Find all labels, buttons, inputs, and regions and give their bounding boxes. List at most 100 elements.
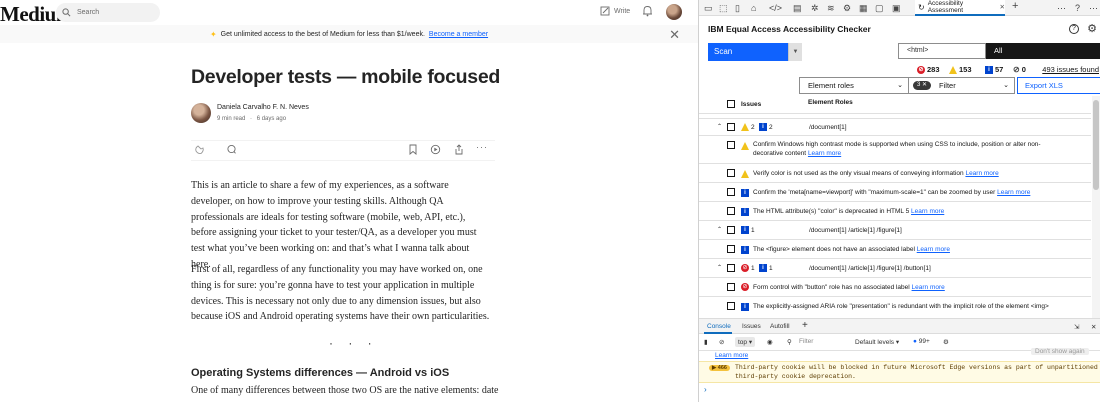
help-icon[interactable]: ? <box>1075 2 1080 14</box>
row-checkbox[interactable] <box>727 207 735 215</box>
sources-icon[interactable]: </> <box>769 2 782 14</box>
elements-icon[interactable]: ⌂ <box>751 2 756 14</box>
become-member-link[interactable]: Become a member <box>429 31 488 38</box>
chevron-up-icon[interactable]: ⌃ <box>717 123 722 130</box>
console-prompt[interactable]: › <box>704 385 707 394</box>
application-icon[interactable]: ▢ <box>875 2 884 14</box>
devtools-tab-bar: ▭ ⬚ ▯ ⌂ </> ▤ ✲ ≋ ⚙ ▦ ▢ ▣ ↻ Accessibilit… <box>699 0 1100 16</box>
clap-icon[interactable] <box>194 144 205 155</box>
help-icon[interactable]: ? <box>1069 24 1079 34</box>
needs-review-count[interactable]: 153 <box>949 65 972 74</box>
security-icon[interactable]: ▣ <box>892 2 901 14</box>
console-icon[interactable]: ▤ <box>793 2 802 14</box>
add-tab-icon[interactable]: + <box>802 320 808 331</box>
performance-icon[interactable]: ⚙ <box>843 2 851 14</box>
share-icon[interactable] <box>454 144 464 155</box>
violations-count[interactable]: ⊘ 283 <box>917 65 940 74</box>
sidebar-toggle-icon[interactable]: ▯ <box>735 2 740 14</box>
memory-icon[interactable]: ▦ <box>859 2 868 14</box>
scope-all-button[interactable]: All <box>986 43 1100 59</box>
chevron-down-icon[interactable]: ▼ <box>788 43 802 61</box>
scan-button[interactable]: Scan <box>708 43 788 61</box>
close-tab-icon[interactable]: ✕ <box>1000 3 1005 11</box>
learn-more-link[interactable]: Learn more <box>917 246 950 253</box>
filter-dropdown[interactable]: 3 ✕ Filter ⌄ <box>909 77 1015 94</box>
device-toolbar-icon[interactable]: ▭ <box>704 2 713 14</box>
eye-icon[interactable]: ◉ <box>767 338 773 346</box>
sidebar-icon[interactable]: ▮ <box>704 338 708 346</box>
recommendations-count[interactable]: i 57 <box>985 65 1003 74</box>
learn-more-link[interactable]: Learn more <box>911 208 944 215</box>
tab-issues[interactable]: Issues <box>742 323 761 330</box>
console-settings-icon[interactable]: ⚙ <box>943 338 949 346</box>
tab-console[interactable]: Console <box>707 323 731 330</box>
user-avatar[interactable] <box>666 4 682 20</box>
gear-icon[interactable]: ⚙ <box>1087 22 1097 35</box>
tab-accessibility-assessment[interactable]: ↻ Accessibility Assessment ✕ <box>915 0 1005 16</box>
scrollbar-thumb[interactable] <box>1093 100 1099 190</box>
comment-icon[interactable] <box>226 144 237 155</box>
settings-icon[interactable]: ⋯ <box>1089 2 1098 14</box>
add-tab-icon[interactable]: + <box>1012 0 1018 12</box>
author-name[interactable]: Daniela Carvalho F. N. Neves <box>217 104 309 111</box>
table-row-group[interactable]: ⌃ i 1 /document[1] /article[1] /figure[1… <box>699 221 1091 240</box>
element-roles-dropdown[interactable]: Element roles ⌄ <box>799 77 909 94</box>
learn-more-link[interactable]: Learn more <box>912 284 945 291</box>
select-all-checkbox[interactable] <box>727 100 735 108</box>
issues-counter[interactable]: ● 99+ <box>913 338 930 345</box>
learn-more-link[interactable]: Learn more <box>997 189 1030 196</box>
more-icon[interactable]: ··· <box>476 142 488 152</box>
row-checkbox[interactable] <box>727 226 735 234</box>
bell-icon[interactable] <box>642 5 653 17</box>
dock-icon[interactable]: ⇲ <box>1074 323 1079 331</box>
network-icon[interactable]: ≋ <box>827 2 835 14</box>
play-icon[interactable] <box>430 144 441 155</box>
row-checkbox[interactable] <box>727 123 735 131</box>
export-xls-button[interactable]: Export XLS <box>1017 77 1100 94</box>
table-row[interactable]: Confirm Windows high contrast mode is su… <box>699 136 1091 164</box>
issues-column-header[interactable]: Issues <box>741 100 761 109</box>
table-row[interactable]: ⊘ Form control with "button" role has no… <box>699 278 1091 297</box>
table-row[interactable]: i The <figure> element does not have an … <box>699 240 1091 259</box>
row-checkbox[interactable] <box>727 302 735 310</box>
levels-dropdown[interactable]: Default levels ▾ <box>855 338 899 346</box>
author-avatar[interactable] <box>191 103 211 123</box>
tab-autofill[interactable]: Autofill <box>770 323 790 330</box>
dont-show-again-button[interactable]: Don't show again <box>1031 348 1089 355</box>
table-row[interactable]: Verify color is not used as the only vis… <box>699 164 1091 183</box>
issues-found-link[interactable]: 493 issues found <box>1042 65 1099 74</box>
hidden-count[interactable]: ⊘ 0 <box>1013 65 1026 74</box>
table-row[interactable]: i The HTML attribute(s) "color" is depre… <box>699 202 1091 221</box>
table-row[interactable]: i The explicitly-assigned ARIA role "pre… <box>699 297 1091 316</box>
inspect-icon[interactable]: ⬚ <box>719 2 728 14</box>
learn-more-link[interactable]: Learn more <box>715 352 748 359</box>
roles-column-header[interactable]: Element Roles <box>808 98 853 107</box>
row-checkbox[interactable] <box>727 245 735 253</box>
chevron-up-icon[interactable]: ⌃ <box>717 226 722 233</box>
clear-console-icon[interactable]: ⊘ <box>719 338 724 346</box>
row-checkbox[interactable] <box>727 283 735 291</box>
row-checkbox[interactable] <box>727 141 735 149</box>
filter-count-badge[interactable]: 3 ✕ <box>913 81 932 90</box>
table-row[interactable]: i Confirm the 'meta[name=viewport]' with… <box>699 183 1091 202</box>
warning-icon <box>949 65 957 74</box>
context-selector[interactable]: top ▾ <box>735 337 756 347</box>
close-drawer-icon[interactable]: ✕ <box>1091 323 1096 331</box>
learn-more-link[interactable]: Learn more <box>808 150 841 157</box>
bookmark-icon[interactable] <box>408 144 418 155</box>
row-checkbox[interactable] <box>727 264 735 272</box>
row-checkbox[interactable] <box>727 169 735 177</box>
learn-more-link[interactable]: Learn more <box>965 170 998 177</box>
info-icon: i <box>741 246 749 254</box>
close-icon[interactable]: ✕ <box>669 27 680 43</box>
element-selector[interactable]: <html> <box>898 43 986 59</box>
more-tools-icon[interactable]: ⋯ <box>1057 2 1066 14</box>
search-field[interactable]: Search <box>56 3 160 22</box>
chevron-up-icon[interactable]: ⌃ <box>717 264 722 271</box>
row-checkbox[interactable] <box>727 188 735 196</box>
console-filter-input[interactable]: Filter <box>799 338 813 345</box>
write-button[interactable]: Write <box>600 6 630 16</box>
bug-icon[interactable]: ✲ <box>811 2 819 14</box>
table-row-group[interactable]: ⌃ 2 i 2 /document[1] <box>699 119 1091 136</box>
table-row-group[interactable]: ⌃ ⊘ 1 i 1 /document[1] /article[1] /figu… <box>699 259 1091 278</box>
